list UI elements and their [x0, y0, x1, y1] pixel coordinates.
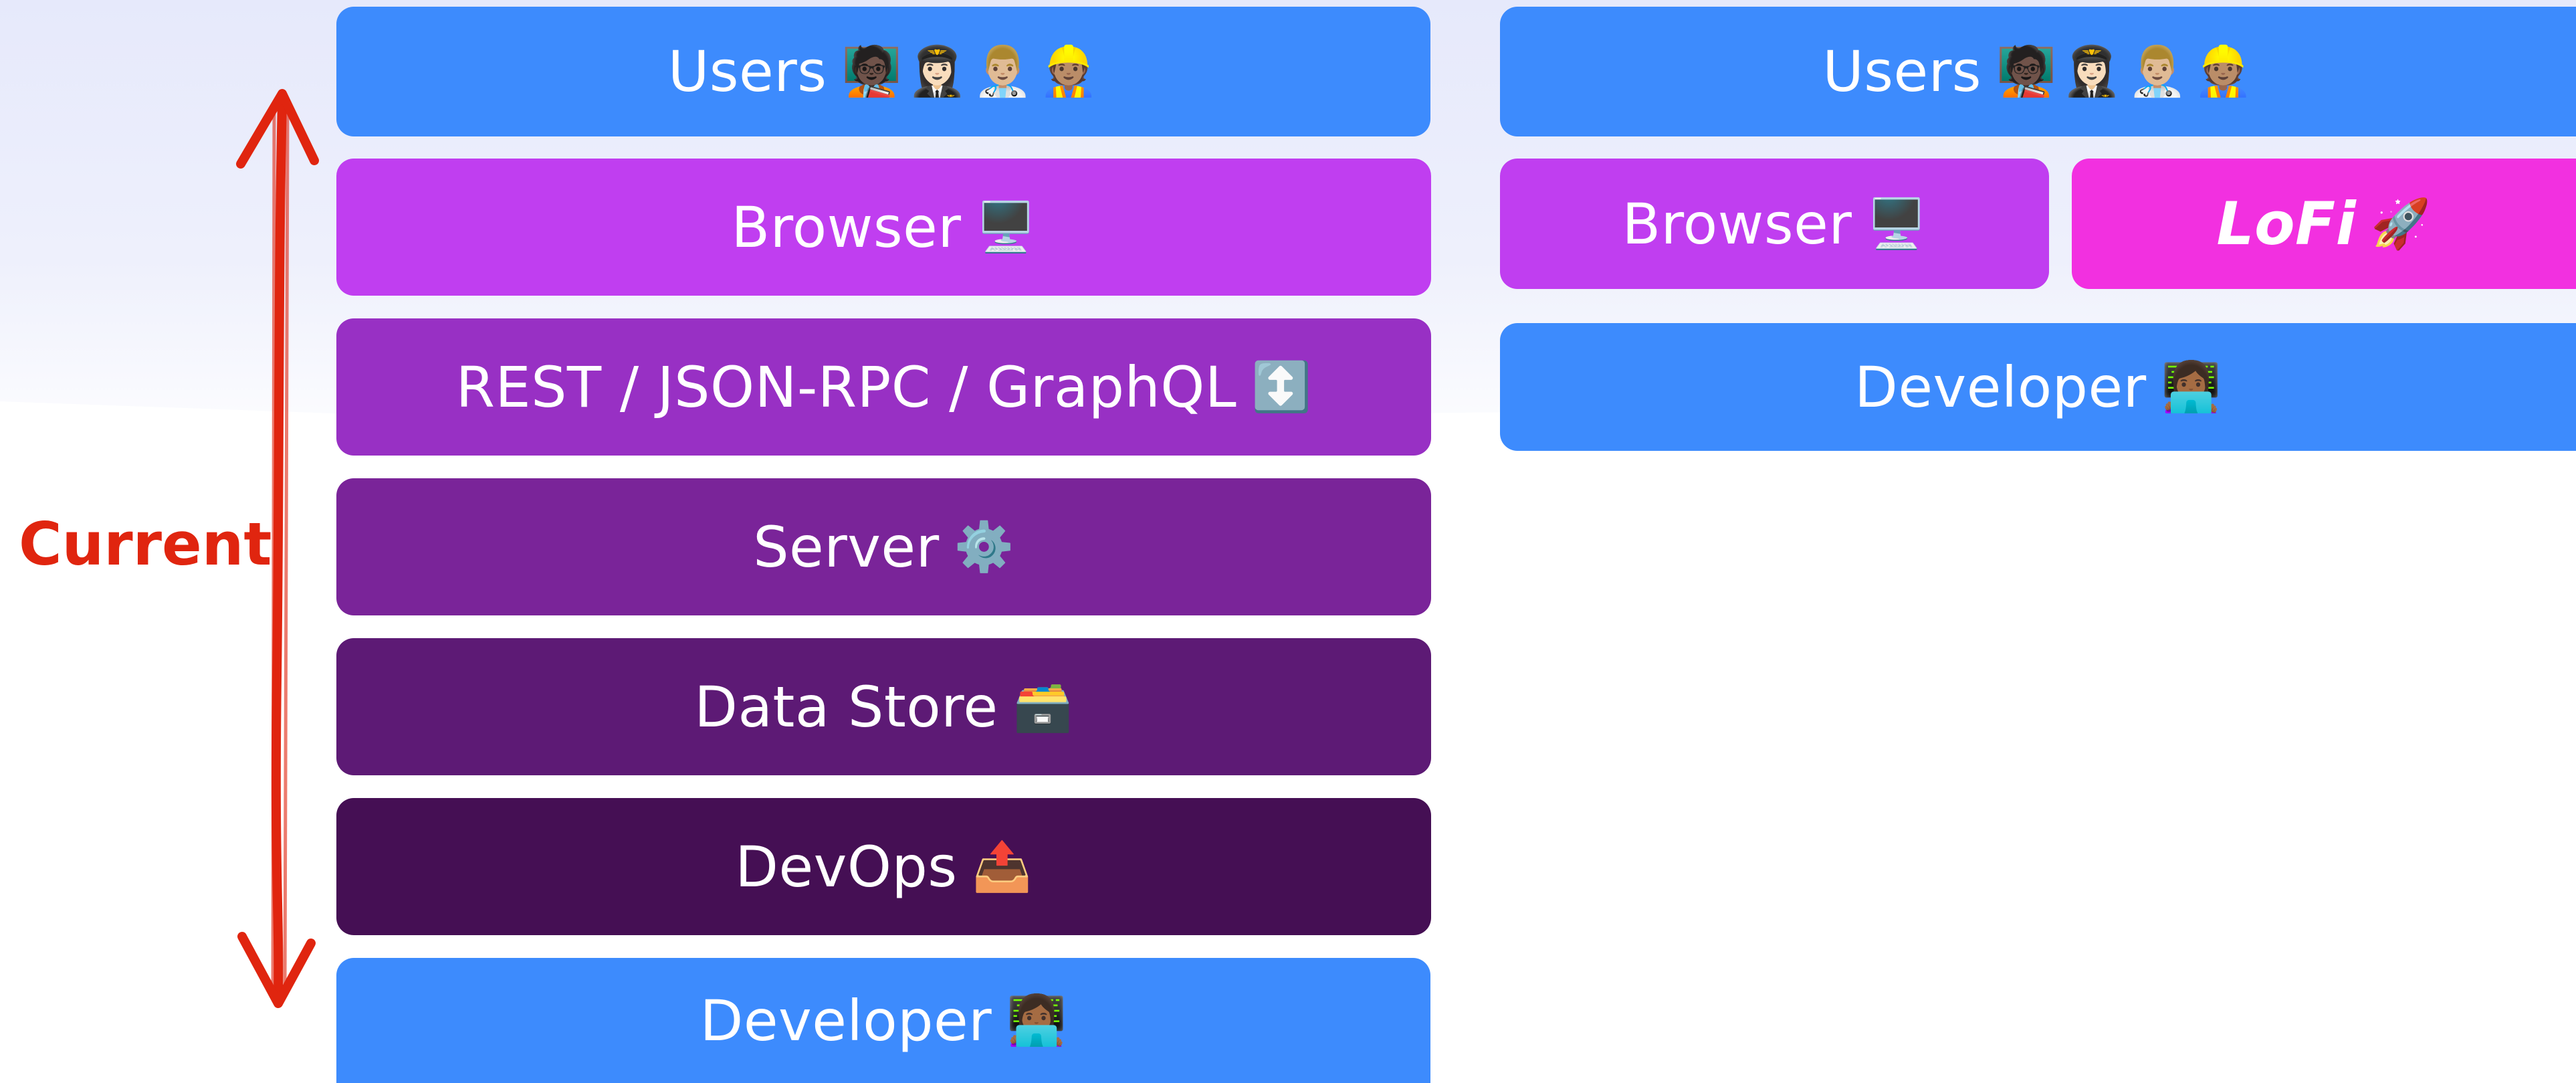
right-browser-label: Browser — [1622, 191, 1852, 257]
api-layer: REST / JSON-RPC / GraphQL ↕️ — [336, 318, 1431, 456]
pilot-emoji-icon: 👩🏻‍✈️ — [2062, 45, 2123, 98]
desktop-computer-icon: 🖥️ — [976, 200, 1037, 254]
left-browser-layer: Browser 🖥️ — [336, 159, 1431, 296]
gear-icon: ⚙️ — [954, 520, 1014, 574]
up-down-arrow-icon: ↕️ — [1251, 360, 1312, 414]
doctor-emoji-icon: 👨🏼‍⚕️ — [2127, 45, 2188, 98]
right-developer-label: Developer — [1854, 354, 2147, 420]
outbox-tray-icon: 📤 — [972, 840, 1033, 894]
right-developer-layer: Developer 👩🏾‍💻 — [1500, 323, 2576, 451]
datastore-label: Data Store — [694, 674, 998, 740]
users-emoji-group: 🧑🏿‍🏫 👩🏻‍✈️ 👨🏼‍⚕️ 👷🏽 — [842, 47, 1099, 96]
construction-worker-emoji-icon: 👷🏽 — [1039, 45, 1099, 98]
api-label: REST / JSON-RPC / GraphQL — [455, 354, 1237, 420]
lofi-label: LoFi — [2216, 189, 2357, 258]
server-label: Server — [753, 514, 940, 580]
rocket-icon: 🚀 — [2371, 197, 2432, 251]
developer-emoji-icon: 👩🏾‍💻 — [2161, 360, 2222, 414]
double-headed-arrow-icon — [236, 89, 319, 1008]
datastore-layer: Data Store 🗃️ — [336, 638, 1431, 775]
left-developer-layer: Developer 👩🏾‍💻 — [336, 958, 1430, 1083]
developer-emoji-icon: 👩🏾‍💻 — [1006, 993, 1067, 1048]
right-users-label: Users — [1822, 39, 1982, 104]
lofi-layer: LoFi 🚀 — [2072, 159, 2576, 289]
users-emoji-group: 🧑🏿‍🏫 👩🏻‍✈️ 👨🏼‍⚕️ 👷🏽 — [1996, 47, 2254, 96]
right-browser-layer: Browser 🖥️ — [1500, 159, 2049, 289]
construction-worker-emoji-icon: 👷🏽 — [2193, 45, 2254, 98]
devops-label: DevOps — [735, 833, 958, 900]
desktop-computer-icon: 🖥️ — [1866, 197, 1927, 251]
teacher-emoji-icon: 🧑🏿‍🏫 — [1996, 45, 2057, 98]
left-users-layer: Users 🧑🏿‍🏫 👩🏻‍✈️ 👨🏼‍⚕️ 👷🏽 — [336, 7, 1430, 136]
left-developer-label: Developer — [700, 987, 992, 1054]
doctor-emoji-icon: 👨🏼‍⚕️ — [972, 45, 1034, 98]
pilot-emoji-icon: 👩🏻‍✈️ — [907, 45, 968, 98]
server-layer: Server ⚙️ — [336, 478, 1431, 615]
right-users-layer: Users 🧑🏿‍🏫 👩🏻‍✈️ 👨🏼‍⚕️ 👷🏽 — [1500, 7, 2576, 136]
file-cabinet-icon: 🗃️ — [1012, 680, 1073, 734]
left-browser-label: Browser — [731, 194, 962, 260]
devops-layer: DevOps 📤 — [336, 798, 1431, 935]
left-users-label: Users — [667, 39, 827, 104]
teacher-emoji-icon: 🧑🏿‍🏫 — [841, 45, 902, 98]
